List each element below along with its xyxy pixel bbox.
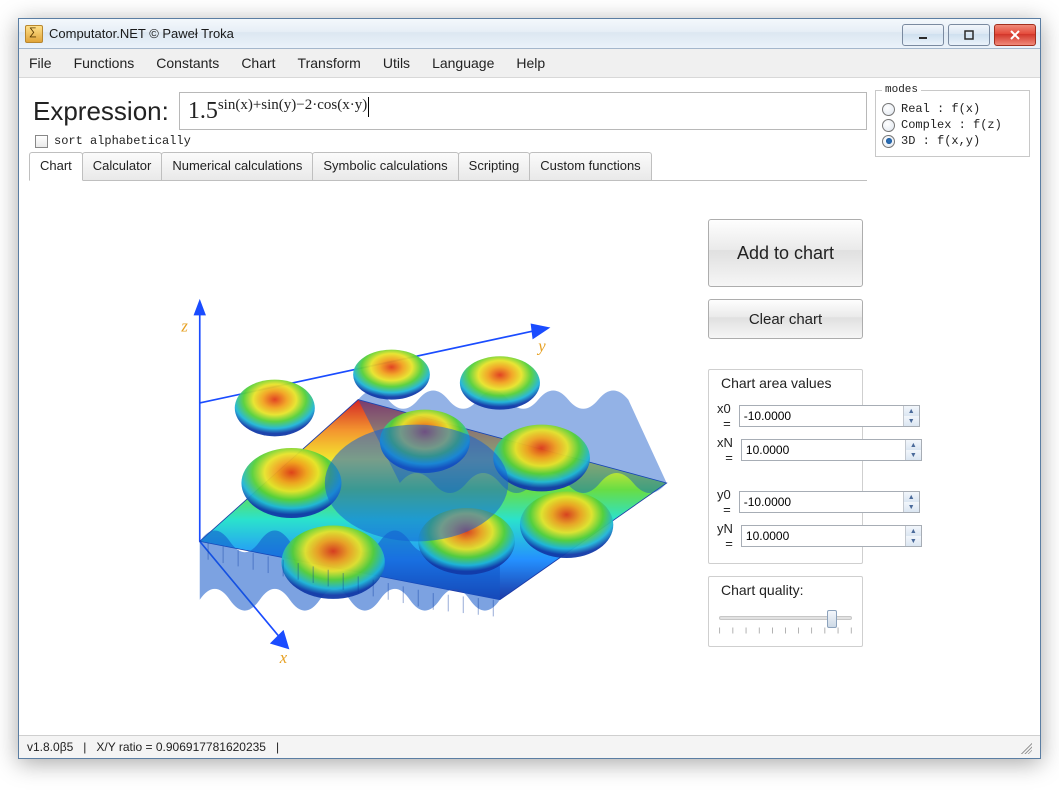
titlebar: Computator.NET © Paweł Troka — [19, 19, 1040, 49]
menu-language[interactable]: Language — [432, 55, 494, 71]
chart-area-title: Chart area values — [717, 375, 836, 391]
axis-x-label: x — [279, 648, 288, 667]
resize-grip-icon[interactable] — [1018, 740, 1032, 754]
yn-label: yN = — [717, 521, 733, 551]
tabstrip: Chart Calculator Numerical calculations … — [29, 152, 867, 181]
minimize-button[interactable] — [902, 24, 944, 46]
menu-functions[interactable]: Functions — [74, 55, 135, 71]
expression-label: Expression: — [33, 96, 169, 127]
modes-legend: modes — [882, 84, 921, 96]
sort-label: sort alphabetically — [54, 134, 191, 148]
tab-chart[interactable]: Chart — [29, 152, 83, 181]
maximize-button[interactable] — [948, 24, 990, 46]
add-to-chart-button[interactable]: Add to chart — [708, 219, 863, 287]
status-ratio: X/Y ratio = 0.906917781620235 — [96, 740, 266, 754]
expression-base: 1.5 — [188, 98, 218, 125]
xn-label: xN = — [717, 435, 733, 465]
text-caret — [368, 97, 369, 117]
mode-complex[interactable]: Complex : f(z) — [882, 118, 1023, 132]
chart-quality-label: Chart quality: — [717, 582, 807, 598]
window-title: Computator.NET © Paweł Troka — [49, 26, 234, 41]
slider-ticks: ||||||||||| — [719, 628, 852, 634]
app-window: Computator.NET © Paweł Troka File Functi… — [18, 18, 1041, 759]
radio-icon — [882, 119, 895, 132]
mode-real-label: Real : f(x) — [901, 102, 980, 116]
menu-utils[interactable]: Utils — [383, 55, 410, 71]
menu-help[interactable]: Help — [516, 55, 545, 71]
status-version: v1.8.0β5 — [27, 740, 73, 754]
clear-chart-button[interactable]: Clear chart — [708, 299, 863, 339]
chart-area-values-group: Chart area values x0 = ▲▼ xN = ▲▼ y0 = ▲… — [708, 369, 863, 564]
modes-group: modes Real : f(x) Complex : f(z) 3D : f(… — [875, 84, 1030, 157]
menu-chart[interactable]: Chart — [241, 55, 275, 71]
menu-file[interactable]: File — [29, 55, 52, 71]
tab-scripting[interactable]: Scripting — [458, 152, 531, 180]
expression-input[interactable]: 1.5sin(x)+sin(y)−2·cos(x·y) — [179, 92, 867, 130]
mode-3d-label: 3D : f(x,y) — [901, 134, 980, 148]
x0-label: x0 = — [717, 401, 731, 431]
tab-calculator[interactable]: Calculator — [82, 152, 163, 180]
tab-custom-functions[interactable]: Custom functions — [529, 152, 651, 180]
tab-numerical[interactable]: Numerical calculations — [161, 152, 313, 180]
status-sep2: | — [276, 740, 279, 754]
minimize-icon — [917, 29, 929, 41]
mode-real[interactable]: Real : f(x) — [882, 102, 1023, 116]
y0-label: y0 = — [717, 487, 731, 517]
chart-3d-surface[interactable]: z x y — [33, 185, 700, 731]
status-sep: | — [83, 740, 86, 754]
quality-slider[interactable] — [719, 616, 852, 620]
axis-y-label: y — [536, 336, 546, 355]
mode-3d[interactable]: 3D : f(x,y) — [882, 134, 1023, 148]
radio-icon — [882, 135, 895, 148]
radio-icon — [882, 103, 895, 116]
menu-constants[interactable]: Constants — [156, 55, 219, 71]
app-icon — [25, 25, 43, 43]
close-button[interactable] — [994, 24, 1036, 46]
sort-alphabetically-checkbox[interactable]: sort alphabetically — [35, 134, 867, 148]
clear-chart-label: Clear chart — [749, 311, 822, 328]
axis-z-label: z — [180, 316, 188, 335]
maximize-icon — [963, 29, 975, 41]
expression-exponent: sin(x)+sin(y)−2·cos(x·y) — [218, 97, 367, 114]
add-to-chart-label: Add to chart — [737, 243, 834, 264]
chart-quality-group: Chart quality: ||||||||||| — [708, 576, 863, 647]
menu-transform[interactable]: Transform — [298, 55, 361, 71]
mode-complex-label: Complex : f(z) — [901, 118, 1002, 132]
checkbox-icon — [35, 135, 48, 148]
close-icon — [1009, 29, 1021, 41]
window-buttons — [902, 21, 1040, 46]
statusbar: v1.8.0β5 | X/Y ratio = 0.906917781620235… — [19, 735, 1040, 758]
slider-thumb[interactable] — [827, 610, 837, 628]
tab-symbolic[interactable]: Symbolic calculations — [312, 152, 458, 180]
menubar: File Functions Constants Chart Transform… — [19, 49, 1040, 78]
